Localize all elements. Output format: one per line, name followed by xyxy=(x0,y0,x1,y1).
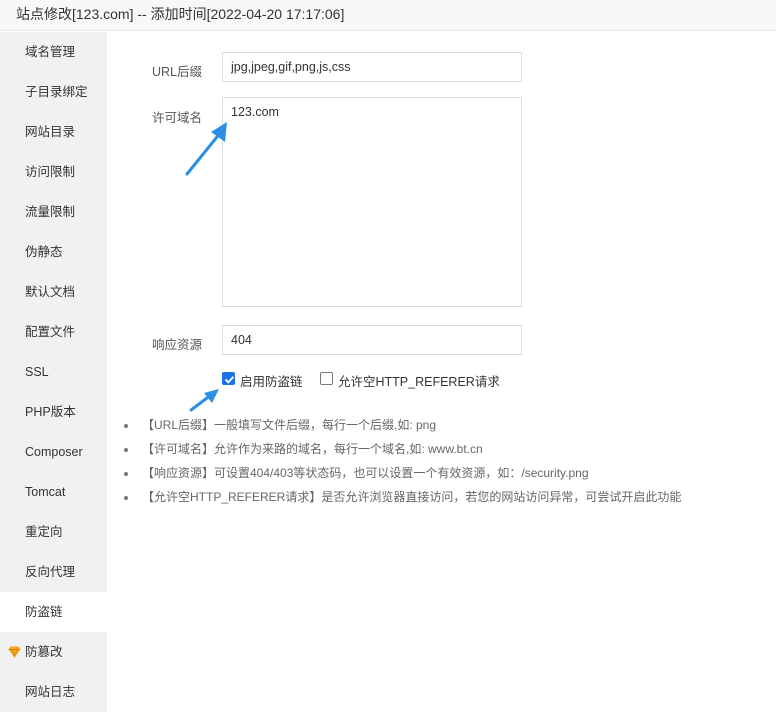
sidebar-item-label: 网站目录 xyxy=(25,125,76,139)
response-resource-input[interactable] xyxy=(222,325,522,355)
vip-diamond-icon xyxy=(8,646,21,658)
sidebar-item-default-document[interactable]: 默认文档 xyxy=(0,272,107,312)
sidebar-item-label: 伪静态 xyxy=(25,245,63,259)
url-suffix-input[interactable] xyxy=(222,52,522,82)
sidebar-item-label: 访问限制 xyxy=(25,165,76,179)
allow-empty-referer-checkbox[interactable] xyxy=(320,372,333,385)
sidebar-item-tomcat[interactable]: Tomcat xyxy=(0,472,107,512)
sidebar: 域名管理 子目录绑定 网站目录 访问限制 流量限制 伪静态 默认文档 配置文件 … xyxy=(0,32,107,712)
sidebar-item-label: 重定向 xyxy=(25,525,63,539)
url-suffix-label: URL后缀 xyxy=(151,65,202,79)
sidebar-item-ssl[interactable]: SSL xyxy=(0,352,107,392)
sidebar-item-label: SSL xyxy=(25,365,49,379)
sidebar-item-site-directory[interactable]: 网站目录 xyxy=(0,112,107,152)
list-item: 【响应资源】可设置404/403等状态码，也可以设置一个有效资源，如：/secu… xyxy=(122,464,681,488)
annotation-arrow-icon xyxy=(189,389,219,412)
allowed-domains-textarea[interactable] xyxy=(222,97,522,307)
sidebar-item-label: 子目录绑定 xyxy=(25,85,88,99)
annotation-arrow-icon xyxy=(185,122,227,176)
sidebar-item-label: PHP版本 xyxy=(25,405,76,419)
sidebar-item-tamper-protection[interactable]: 防篡改 xyxy=(0,632,107,672)
window-title: 站点修改[123.com] -- 添加时间[2022-04-20 17:17:0… xyxy=(16,6,345,22)
sidebar-item-access-restriction[interactable]: 访问限制 xyxy=(0,152,107,192)
list-item: 【URL后缀】一般填写文件后缀，每行一个后缀,如: png xyxy=(122,416,681,440)
sidebar-item-label: 域名管理 xyxy=(25,45,76,59)
sidebar-item-traffic-limit[interactable]: 流量限制 xyxy=(0,192,107,232)
sidebar-item-php-version[interactable]: PHP版本 xyxy=(0,392,107,432)
sidebar-item-label: 配置文件 xyxy=(25,325,76,339)
sidebar-item-rewrite[interactable]: 伪静态 xyxy=(0,232,107,272)
help-tips-list: 【URL后缀】一般填写文件后缀，每行一个后缀,如: png 【许可域名】允许作为… xyxy=(122,416,681,512)
sidebar-item-hotlink-protection[interactable]: 防盗链 xyxy=(0,592,107,632)
sidebar-item-label: 防盗链 xyxy=(25,605,63,619)
sidebar-item-label: 默认文档 xyxy=(25,285,76,299)
sidebar-item-label: 网站日志 xyxy=(25,685,76,699)
enable-hotlink-label[interactable]: 启用防盗链 xyxy=(240,371,303,390)
sidebar-item-reverse-proxy[interactable]: 反向代理 xyxy=(0,552,107,592)
sidebar-item-domain-management[interactable]: 域名管理 xyxy=(0,32,107,72)
sidebar-item-subdirectory-binding[interactable]: 子目录绑定 xyxy=(0,72,107,112)
sidebar-item-label: Tomcat xyxy=(25,485,66,499)
window-titlebar: 站点修改[123.com] -- 添加时间[2022-04-20 17:17:0… xyxy=(0,0,776,31)
sidebar-item-label: 流量限制 xyxy=(25,205,76,219)
sidebar-item-site-log[interactable]: 网站日志 xyxy=(0,672,107,712)
list-item: 【许可域名】允许作为来路的域名，每行一个域名,如: www.bt.cn xyxy=(122,440,681,464)
response-resource-label: 响应资源 xyxy=(151,338,202,352)
sidebar-item-config-file[interactable]: 配置文件 xyxy=(0,312,107,352)
sidebar-item-label: 防篡改 xyxy=(25,645,63,659)
hotlink-settings-panel: URL后缀 许可域名 响应资源 启用防盗链 允许空HTTP_REFERER请求 … xyxy=(107,32,776,712)
sidebar-item-composer[interactable]: Composer xyxy=(0,432,107,472)
allow-empty-referer-label[interactable]: 允许空HTTP_REFERER请求 xyxy=(338,371,500,390)
sidebar-item-label: 反向代理 xyxy=(25,565,76,579)
sidebar-item-redirect[interactable]: 重定向 xyxy=(0,512,107,552)
list-item: 【允许空HTTP_REFERER请求】是否允许浏览器直接访问，若您的网站访问异常… xyxy=(122,488,681,512)
sidebar-item-label: Composer xyxy=(25,445,83,459)
